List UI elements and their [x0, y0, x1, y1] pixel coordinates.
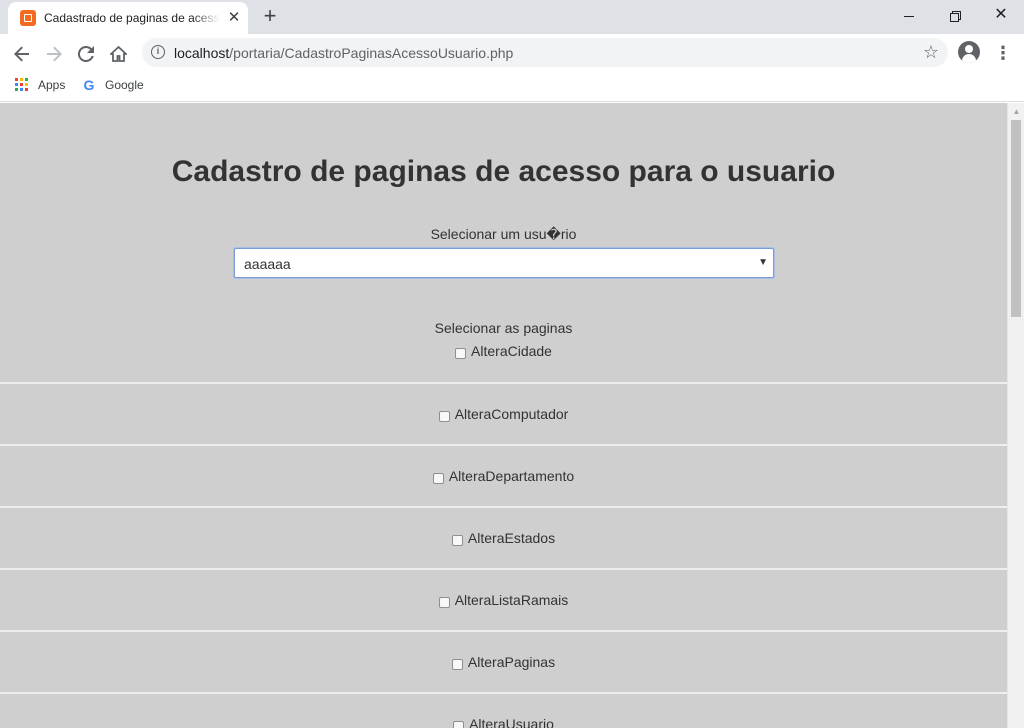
tab-strip: Cadastrado de paginas de acesso para o u… [0, 0, 1024, 34]
new-tab-button[interactable]: + [258, 5, 282, 29]
url-host: localhost [174, 45, 230, 61]
browser-toolbar: i localhost/portaria/CadastroPaginasAces… [0, 34, 1024, 71]
bookmark-apps-label: Apps [38, 78, 66, 92]
profile-avatar-icon[interactable] [958, 41, 980, 63]
bookmark-google-label: Google [105, 78, 144, 92]
page-option-label: AlteraCidade [471, 343, 552, 359]
page-row-alteracidade: AlteraCidade [0, 343, 1007, 384]
browser-tab-active[interactable]: Cadastrado de paginas de acesso para o u… [8, 2, 248, 34]
reload-icon[interactable] [72, 39, 100, 67]
more-menu-icon[interactable]: ⋮ [994, 39, 1012, 67]
page-row-alterapaginas: AlteraPaginas [0, 632, 1007, 694]
page-option-label: AlteraListaRamais [454, 592, 569, 608]
minimize-icon [904, 15, 914, 17]
back-arrow-icon[interactable] [8, 39, 36, 67]
page-option-label: AlteraPaginas [467, 654, 556, 670]
bookmarks-bar: Apps G Google [0, 71, 1024, 102]
user-select-value: aaaaaa [244, 256, 291, 272]
url-path: /portaria/CadastroPaginasAcessoUsuario.p… [229, 45, 514, 61]
checkbox[interactable] [453, 720, 465, 728]
forward-arrow-icon[interactable] [40, 39, 68, 67]
page-option-label: AlteraUsuario [469, 716, 554, 728]
bookmark-google[interactable]: G Google [82, 77, 144, 95]
checkbox[interactable] [438, 410, 450, 422]
pages-select-label: Selecionar as paginas [434, 320, 573, 336]
page-checkbox-option[interactable]: AlteraListaRamais [0, 592, 1007, 608]
apps-grid-icon [15, 77, 29, 92]
checkbox[interactable] [438, 596, 450, 608]
bookmark-star-icon[interactable]: ☆ [920, 41, 942, 63]
page-checkbox-option[interactable]: AlteraComputador [0, 406, 1007, 422]
info-icon[interactable]: i [151, 45, 165, 59]
url-text: localhost/portaria/CadastroPaginasAcesso… [174, 45, 513, 61]
page-option-label: AlteraComputador [454, 406, 569, 422]
bookmark-apps[interactable]: Apps [15, 77, 65, 95]
page-checkbox-option[interactable]: AlteraUsuario [0, 716, 1007, 728]
dropdown-arrow-icon: ▼ [758, 257, 768, 268]
checkbox[interactable] [451, 658, 463, 670]
page-option-label: AlteraEstados [467, 530, 556, 546]
page-checkbox-option[interactable]: AlteraEstados [0, 530, 1007, 546]
scrollbar-thumb[interactable] [1011, 120, 1021, 317]
page-row-alteraestados: AlteraEstados [0, 508, 1007, 570]
user-select-dropdown[interactable]: aaaaaa ▼ [234, 248, 774, 278]
page-checkbox-option[interactable]: AlteraDepartamento [0, 468, 1007, 484]
xampp-favicon-icon [20, 10, 36, 26]
page-title: Cadastro de paginas de acesso para o usu… [171, 155, 836, 188]
page-row-alteralistaramais: AlteraListaRamais [0, 570, 1007, 632]
tab-title: Cadastrado de paginas de acesso para o u… [44, 11, 220, 25]
window-close-button[interactable]: ✕ [978, 0, 1024, 30]
user-select-label: Selecionar um usu�rio [430, 226, 577, 242]
page-row-alterausuario: AlteraUsuario [0, 694, 1007, 728]
google-icon: G [83, 76, 95, 93]
page-viewport: Cadastro de paginas de acesso para o usu… [0, 103, 1007, 728]
vertical-scrollbar[interactable]: ▲ [1007, 103, 1024, 728]
page-row-alteracomputador: AlteraComputador [0, 384, 1007, 446]
home-icon[interactable] [104, 39, 132, 67]
address-bar[interactable]: i localhost/portaria/CadastroPaginasAces… [142, 38, 948, 67]
checkbox[interactable] [451, 534, 463, 546]
page-row-alteradepartamento: AlteraDepartamento [0, 446, 1007, 508]
tab-close-icon[interactable]: ✕ [226, 10, 242, 26]
window-restore-button[interactable] [932, 0, 978, 30]
window-minimize-button[interactable] [886, 0, 932, 30]
restore-icon [950, 11, 961, 23]
checkbox[interactable] [432, 472, 444, 484]
page-option-label: AlteraDepartamento [448, 468, 575, 484]
page-checkbox-option[interactable]: AlteraPaginas [0, 654, 1007, 670]
checkbox[interactable] [455, 347, 467, 359]
page-checkbox-option[interactable]: AlteraCidade [0, 343, 1007, 359]
scroll-up-arrow-icon[interactable]: ▲ [1008, 105, 1024, 118]
